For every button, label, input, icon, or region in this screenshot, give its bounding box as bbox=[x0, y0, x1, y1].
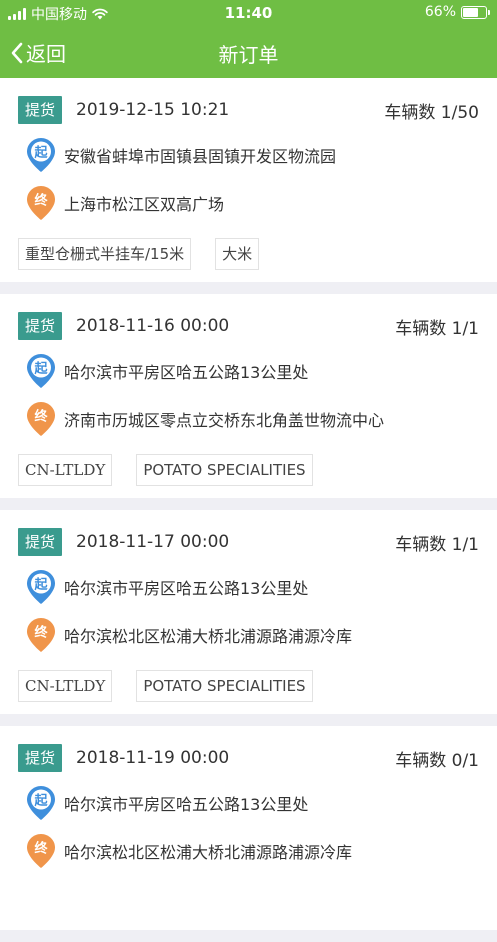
start-pin-icon: 起 bbox=[27, 786, 55, 820]
start-pin-icon: 起 bbox=[27, 138, 55, 172]
status-right: 66% bbox=[424, 4, 490, 20]
end-pin-icon: 终 bbox=[27, 834, 55, 868]
svg-text:终: 终 bbox=[34, 409, 48, 425]
end-pin-icon: 终 bbox=[27, 186, 55, 220]
order-date: 2018-11-16 00:00 bbox=[76, 316, 230, 336]
svg-text:终: 终 bbox=[34, 625, 48, 641]
order-chips: 重型仓栅式半挂车/15米 大米 bbox=[18, 238, 260, 270]
cargo-chip: 大米 bbox=[215, 238, 260, 270]
order-chips: CN-LTLDY POTATO SPECIALITIES bbox=[18, 670, 313, 702]
status-time: 11:40 bbox=[224, 4, 273, 22]
start-address-row: 起 安徽省蚌埠市固镇县固镇开发区物流园 bbox=[26, 138, 479, 172]
order-header: 提货 2018-11-19 00:00 车辆数 0/1 bbox=[18, 744, 479, 772]
order-type-tag: 提货 bbox=[18, 96, 63, 124]
order-card[interactable]: 提货 2018-11-19 00:00 车辆数 0/1 起 哈尔滨市平房区哈五公… bbox=[0, 726, 497, 930]
order-header: 提货 2018-11-16 00:00 车辆数 1/1 bbox=[18, 312, 479, 340]
end-address: 哈尔滨松北区松浦大桥北浦源路浦源冷库 bbox=[64, 843, 353, 862]
end-address: 哈尔滨松北区松浦大桥北浦源路浦源冷库 bbox=[64, 627, 353, 646]
svg-text:起: 起 bbox=[33, 145, 48, 161]
start-address-row: 起 哈尔滨市平房区哈五公路13公里处 bbox=[26, 786, 479, 820]
vehicle-count: 车辆数 1/50 bbox=[384, 102, 479, 123]
vehicle-count: 车辆数 1/1 bbox=[395, 318, 479, 339]
start-pin-icon: 起 bbox=[27, 570, 55, 604]
start-address: 哈尔滨市平房区哈五公路13公里处 bbox=[64, 795, 309, 814]
order-card[interactable]: 提货 2019-12-15 10:21 车辆数 1/50 起 安徽省蚌埠市固镇县… bbox=[0, 78, 497, 282]
start-address: 哈尔滨市平房区哈五公路13公里处 bbox=[64, 579, 309, 598]
end-address-row: 终 济南市历城区零点立交桥东北角盖世物流中心 bbox=[26, 402, 479, 436]
battery-fill bbox=[463, 7, 478, 17]
battery-icon bbox=[461, 5, 490, 19]
battery-percent: 66% bbox=[424, 4, 456, 20]
end-address: 上海市松江区双高广场 bbox=[64, 195, 225, 214]
nav-bar: 返回 新订单 bbox=[0, 26, 497, 78]
order-header: 提货 2018-11-17 00:00 车辆数 1/1 bbox=[18, 528, 479, 556]
order-type-tag: 提货 bbox=[18, 744, 63, 772]
order-list: 提货 2019-12-15 10:21 车辆数 1/50 起 安徽省蚌埠市固镇县… bbox=[0, 78, 497, 942]
end-address-row: 终 哈尔滨松北区松浦大桥北浦源路浦源冷库 bbox=[26, 618, 479, 652]
svg-text:终: 终 bbox=[34, 841, 48, 857]
page-title: 新订单 bbox=[218, 43, 279, 67]
start-address-row: 起 哈尔滨市平房区哈五公路13公里处 bbox=[26, 354, 479, 388]
start-address-row: 起 哈尔滨市平房区哈五公路13公里处 bbox=[26, 570, 479, 604]
svg-text:终: 终 bbox=[34, 193, 48, 209]
order-date: 2018-11-17 00:00 bbox=[76, 532, 230, 552]
start-address: 安徽省蚌埠市固镇县固镇开发区物流园 bbox=[64, 147, 337, 166]
order-type-tag: 提货 bbox=[18, 312, 63, 340]
svg-text:起: 起 bbox=[33, 793, 48, 809]
vehicle-count: 车辆数 1/1 bbox=[395, 534, 479, 555]
cargo-chip: POTATO SPECIALITIES bbox=[136, 670, 313, 702]
order-date: 2018-11-19 00:00 bbox=[76, 748, 230, 768]
vehicle-type-chip: 重型仓栅式半挂车/15米 bbox=[18, 238, 192, 270]
order-date: 2019-12-15 10:21 bbox=[76, 100, 230, 120]
vehicle-type-chip: CN-LTLDY bbox=[18, 454, 113, 486]
order-card[interactable]: 提货 2018-11-16 00:00 车辆数 1/1 起 哈尔滨市平房区哈五公… bbox=[0, 294, 497, 498]
start-address: 哈尔滨市平房区哈五公路13公里处 bbox=[64, 363, 309, 382]
end-address-row: 终 上海市松江区双高广场 bbox=[26, 186, 479, 220]
vehicle-type-chip: CN-LTLDY bbox=[18, 670, 113, 702]
end-pin-icon: 终 bbox=[27, 402, 55, 436]
svg-text:起: 起 bbox=[33, 577, 48, 593]
start-pin-icon: 起 bbox=[27, 354, 55, 388]
order-chips: CN-LTLDY POTATO SPECIALITIES bbox=[18, 454, 313, 486]
svg-text:起: 起 bbox=[33, 361, 48, 377]
order-card[interactable]: 提货 2018-11-17 00:00 车辆数 1/1 起 哈尔滨市平房区哈五公… bbox=[0, 510, 497, 714]
vehicle-count: 车辆数 0/1 bbox=[395, 750, 479, 771]
cargo-chip: POTATO SPECIALITIES bbox=[136, 454, 313, 486]
status-bar: 中国移动 11:40 66% bbox=[0, 0, 497, 26]
end-address-row: 终 哈尔滨松北区松浦大桥北浦源路浦源冷库 bbox=[26, 834, 479, 868]
end-pin-icon: 终 bbox=[27, 618, 55, 652]
order-header: 提货 2019-12-15 10:21 车辆数 1/50 bbox=[18, 96, 479, 124]
end-address: 济南市历城区零点立交桥东北角盖世物流中心 bbox=[64, 411, 385, 430]
order-type-tag: 提货 bbox=[18, 528, 63, 556]
